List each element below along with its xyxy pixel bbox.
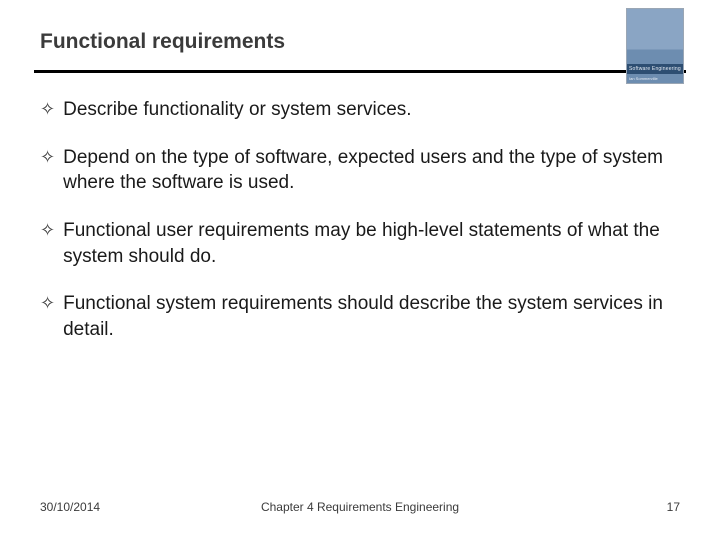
bullet-text: Functional system requirements should de… <box>63 291 680 342</box>
book-cover-title: Software Engineering <box>627 64 683 74</box>
list-item: ✧ Functional system requirements should … <box>40 291 680 342</box>
diamond-bullet-icon: ✧ <box>40 218 55 242</box>
bullet-text: Depend on the type of software, expected… <box>63 145 680 196</box>
slide-title: Functional requirements <box>40 30 680 54</box>
list-item: ✧ Functional user requirements may be hi… <box>40 218 680 269</box>
slide-content: ✧ Describe functionality or system servi… <box>0 73 720 342</box>
diamond-bullet-icon: ✧ <box>40 97 55 121</box>
bullet-text: Describe functionality or system service… <box>63 97 411 123</box>
list-item: ✧ Describe functionality or system servi… <box>40 97 680 123</box>
footer-date: 30/10/2014 <box>40 500 100 514</box>
diamond-bullet-icon: ✧ <box>40 291 55 315</box>
slide-header: Functional requirements Software Enginee… <box>0 0 720 64</box>
bullet-text: Functional user requirements may be high… <box>63 218 680 269</box>
slide-footer: 30/10/2014 Chapter 4 Requirements Engine… <box>0 500 720 514</box>
diamond-bullet-icon: ✧ <box>40 145 55 169</box>
book-cover-author: Ian Sommerville <box>627 74 683 83</box>
list-item: ✧ Depend on the type of software, expect… <box>40 145 680 196</box>
book-cover-image: Software Engineering Ian Sommerville <box>626 8 684 84</box>
footer-page-number: 17 <box>667 500 680 514</box>
footer-chapter: Chapter 4 Requirements Engineering <box>261 500 459 514</box>
